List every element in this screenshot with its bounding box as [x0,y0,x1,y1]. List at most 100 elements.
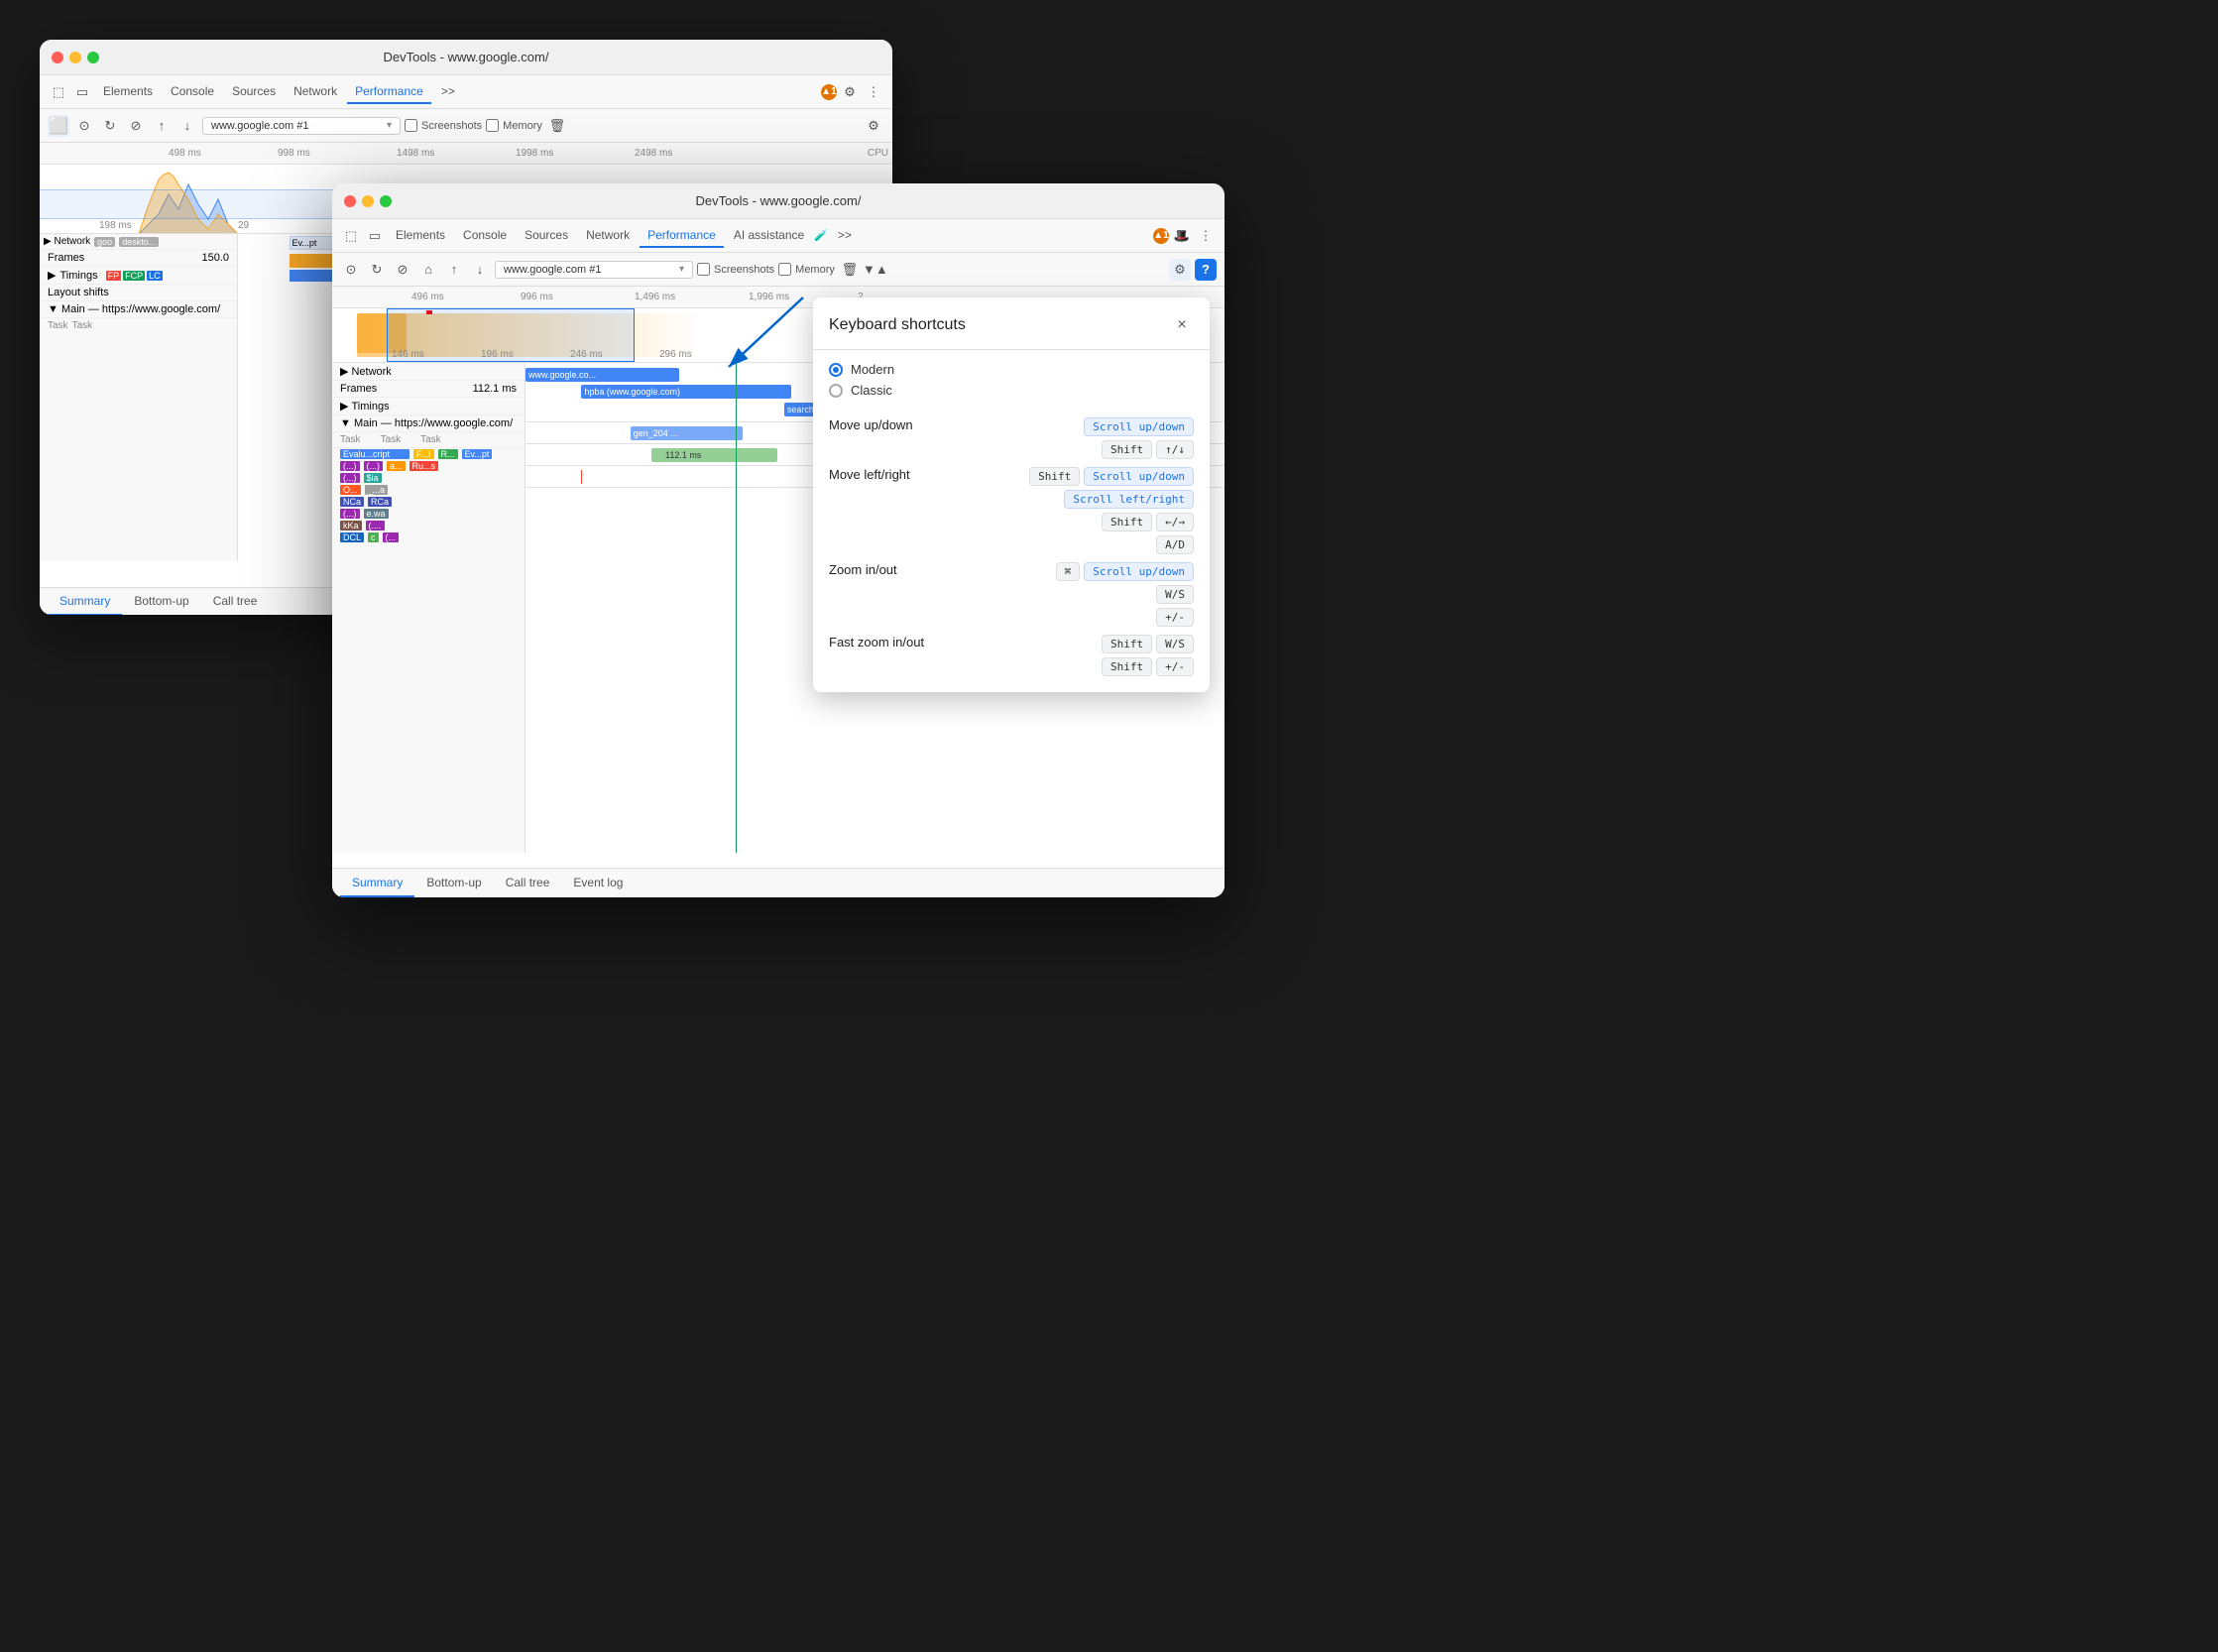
fg-window-title: DevTools - www.google.com/ [696,193,862,208]
bg-tab-performance[interactable]: Performance [347,80,431,104]
fg-timing-fp [581,470,582,484]
bg-frames-label: Frames 150.0 [40,250,237,267]
bg-tab-calltree[interactable]: Call tree [201,588,270,616]
bg-garbage-icon[interactable]: 🗑 [546,115,568,137]
fg-url-bar[interactable]: www.google.com #1 ▾ [495,261,693,279]
bg-close-button[interactable] [52,52,63,63]
fg-download-btn[interactable]: ↓ [469,259,491,281]
fg-ruler-tick-2: 996 ms [521,292,553,302]
fg-net-bar-gen204-2: gen_204 ... [631,426,743,440]
bg-url-dropdown-icon[interactable]: ▾ [387,120,392,131]
shortcuts-radio-classic-label: Classic [851,383,892,398]
kbd-ws2: W/S [1156,635,1194,653]
fg-timings-label: ▶ Timings [332,398,525,415]
shortcuts-radio-modern[interactable]: Modern [829,362,1194,377]
bg-ruler-tick-3: 1498 ms [397,148,434,159]
fg-memory-checkbox[interactable] [778,263,791,276]
fg-device-icon[interactable]: ▭ [364,225,386,247]
bg-more-icon[interactable]: ⋮ [863,81,884,103]
fg-tab-bar: ⬚ ▭ Elements Console Sources Network Per… [332,219,1225,253]
bg-record-btn[interactable]: ⬜ [48,115,69,137]
fg-close-button[interactable] [344,195,356,207]
kbd-ad: A/D [1156,535,1194,554]
fg-record-reload-btn[interactable]: ↻ [366,259,388,281]
fg-url-text: www.google.com #1 [504,264,601,276]
fg-tab-eventlog[interactable]: Event log [561,870,635,897]
bg-tab-elements[interactable]: Elements [95,80,161,104]
key-combo-ad: A/D [1156,535,1194,554]
bg-url-bar[interactable]: www.google.com #1 ▾ [202,117,401,135]
shortcuts-radio-classic[interactable]: Classic [829,383,1194,398]
bg-screenshots-check[interactable]: Screenshots [405,119,482,132]
key-combo-scroll-leftright: Scroll left/right [1064,490,1194,509]
fg-maximize-button[interactable] [380,195,392,207]
fg-settings2-icon[interactable]: ⚙ [1169,259,1191,281]
kbd-shift2: Shift [1029,467,1080,486]
bg-minimize-button[interactable] [69,52,81,63]
fg-hat-icon[interactable]: 🎩 [1171,225,1193,247]
fg-screenshots-checkbox[interactable] [697,263,710,276]
shortcut-keys-move-leftright: Shift Scroll up/down Scroll left/right S… [1029,467,1194,554]
fg-tab-sources[interactable]: Sources [517,224,576,248]
bg-tab-network[interactable]: Network [286,80,345,104]
shortcuts-content: Modern Classic Move up/down Scroll up/do… [813,350,1210,692]
bg-network-row-label: ▶ Network goo deskto... [40,234,237,250]
fg-tab-performance[interactable]: Performance [640,224,724,248]
fg-url-dropdown[interactable]: ▾ [679,264,684,275]
fg-tab-summary[interactable]: Summary [340,870,414,897]
fg-record-btn[interactable]: ⊙ [340,259,362,281]
bg-time-label-1: 198 ms [99,220,132,231]
fg-task-row1: Task Task Task [332,432,525,448]
kbd-scroll-updown2: Scroll up/down [1084,467,1194,486]
fg-tab-elements[interactable]: Elements [388,224,453,248]
fg-tab-more[interactable]: >> [830,224,860,248]
fg-clear-btn[interactable]: ⊘ [392,259,413,281]
bg-fcp-chip: FCP [123,271,145,281]
bg-maximize-button[interactable] [87,52,99,63]
bg-memory-check[interactable]: Memory [486,119,542,132]
bg-tab-bottomup[interactable]: Bottom-up [122,588,200,616]
fg-more-icon[interactable]: ⋮ [1195,225,1217,247]
kbd-shift4: Shift [1102,635,1152,653]
fg-flame-label-row6: (...) e.wa [332,508,525,520]
fg-net-bar-google: www.google.co... [525,368,679,382]
fg-screenshots-check[interactable]: Screenshots [697,263,774,276]
bg-settings2-icon[interactable]: ⚙ [863,115,884,137]
bg-tab-summary[interactable]: Summary [48,588,122,616]
fg-memory-check[interactable]: Memory [778,263,835,276]
fg-upload-btn[interactable]: ↑ [443,259,465,281]
fg-filter-icon[interactable]: ▼▲ [865,259,886,281]
fg-ruler-tick-4: 1,996 ms [749,292,789,302]
fg-garbage-icon[interactable]: 🗑 [839,259,861,281]
bg-screenshots-checkbox[interactable] [405,119,417,132]
fg-tab-calltree[interactable]: Call tree [494,870,562,897]
fg-main-section-label: ▼ Main — https://www.google.com/ [332,415,525,432]
bg-tab-console[interactable]: Console [163,80,222,104]
key-combo-shift-scroll-updown: Shift Scroll up/down [1029,467,1194,486]
key-combo-ws: W/S [1156,585,1194,604]
shortcuts-close-button[interactable]: × [1170,313,1194,337]
bg-layout-shifts-label: Layout shifts [40,285,237,301]
bg-clear-btn[interactable]: ⊘ [125,115,147,137]
bg-inspect-icon[interactable]: ⬚ [48,81,69,103]
fg-minimize-button[interactable] [362,195,374,207]
bg-left-panel: ▶ Network goo deskto... Frames 150.0 ▶ T… [40,234,238,561]
fg-tab-console[interactable]: Console [455,224,515,248]
bg-download-btn[interactable]: ↓ [176,115,198,137]
fg-inspect-icon[interactable]: ⬚ [340,225,362,247]
bg-reload-btn[interactable]: ↻ [99,115,121,137]
bg-settings-icon[interactable]: ⚙ [839,81,861,103]
fg-tab-ai[interactable]: AI assistance [726,224,812,248]
fg-home-btn[interactable]: ⌂ [417,259,439,281]
bg-upload-btn[interactable]: ↑ [151,115,173,137]
bg-memory-checkbox[interactable] [486,119,499,132]
fg-titlebar: DevTools - www.google.com/ [332,183,1225,219]
bg-tab-more[interactable]: >> [433,80,463,104]
bg-tab-sources[interactable]: Sources [224,80,284,104]
fg-tab-network[interactable]: Network [578,224,638,248]
fg-help-button[interactable]: ? [1195,259,1217,281]
bg-record-reload-btn[interactable]: ⊙ [73,115,95,137]
fg-tab-bottomup[interactable]: Bottom-up [414,870,493,897]
bg-warning-badge: ▲1 [821,84,837,100]
bg-device-icon[interactable]: ▭ [71,81,93,103]
